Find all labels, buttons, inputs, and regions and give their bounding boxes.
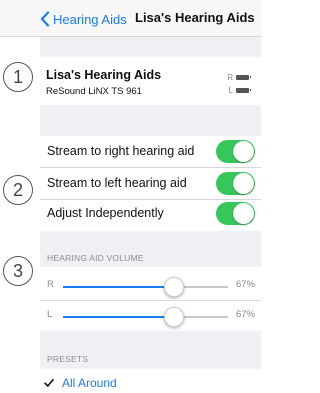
battery-left-indicator: L xyxy=(228,85,251,95)
toggle-row-stream-right: Stream to right hearing aid xyxy=(40,136,261,168)
section-spacer xyxy=(40,37,261,57)
back-button[interactable]: Hearing Aids xyxy=(40,11,127,27)
section-spacer xyxy=(40,105,261,136)
checkmark-icon xyxy=(44,378,54,387)
volume-right-slider-thumb[interactable] xyxy=(163,277,184,297)
navigation-bar: Hearing Aids Lisa's Hearing Aids xyxy=(0,0,261,37)
preset-label: All Around xyxy=(62,376,117,390)
battery-right-indicator: R xyxy=(227,72,251,82)
page-title: Lisa's Hearing Aids xyxy=(135,10,255,25)
toggle-knob xyxy=(233,203,254,224)
device-model: ReSound LiNX TS 961 xyxy=(46,86,142,97)
volume-right-side-label: R xyxy=(47,279,54,290)
volume-left-fill xyxy=(63,316,174,318)
volume-left-side-label: L xyxy=(47,309,53,320)
adjust-independently-toggle[interactable] xyxy=(216,202,255,225)
stream-left-toggle[interactable] xyxy=(216,172,255,195)
volume-right-track[interactable] xyxy=(63,277,228,297)
stream-right-toggle[interactable] xyxy=(216,140,255,163)
volume-section-header: HEARING AID VOLUME xyxy=(47,253,144,263)
battery-icon xyxy=(236,87,251,93)
preset-item-selected[interactable]: All Around xyxy=(44,376,117,390)
toggle-row-adjust-independently: Adjust Independently xyxy=(40,198,261,230)
volume-left-track[interactable] xyxy=(63,307,228,327)
toggle-knob xyxy=(233,173,254,194)
row-divider xyxy=(40,300,261,301)
callout-marker-1: 1 xyxy=(3,62,33,92)
device-name: Lisa's Hearing Aids xyxy=(46,68,162,82)
toggle-label: Stream to left hearing aid xyxy=(47,176,187,190)
battery-icon xyxy=(236,74,251,80)
volume-right-row: R 67% xyxy=(40,273,261,301)
battery-right-label: R xyxy=(227,72,233,82)
volume-left-row: L 67% xyxy=(40,303,261,331)
volume-left-slider-thumb[interactable] xyxy=(163,307,184,327)
battery-left-label: L xyxy=(228,85,233,95)
volume-right-percent: 67% xyxy=(235,279,255,290)
toggle-label: Stream to right hearing aid xyxy=(47,144,195,158)
callout-marker-2: 2 xyxy=(3,175,33,205)
presets-section-header: PRESETS xyxy=(47,354,89,364)
callout-marker-3: 3 xyxy=(3,256,33,286)
back-button-label: Hearing Aids xyxy=(53,11,127,27)
toggle-knob xyxy=(233,141,254,162)
volume-left-percent: 67% xyxy=(235,309,255,320)
toggle-row-stream-left: Stream to left hearing aid xyxy=(40,168,261,200)
volume-right-fill xyxy=(63,286,174,288)
chevron-left-icon xyxy=(40,11,50,27)
toggle-label: Adjust Independently xyxy=(47,206,164,220)
